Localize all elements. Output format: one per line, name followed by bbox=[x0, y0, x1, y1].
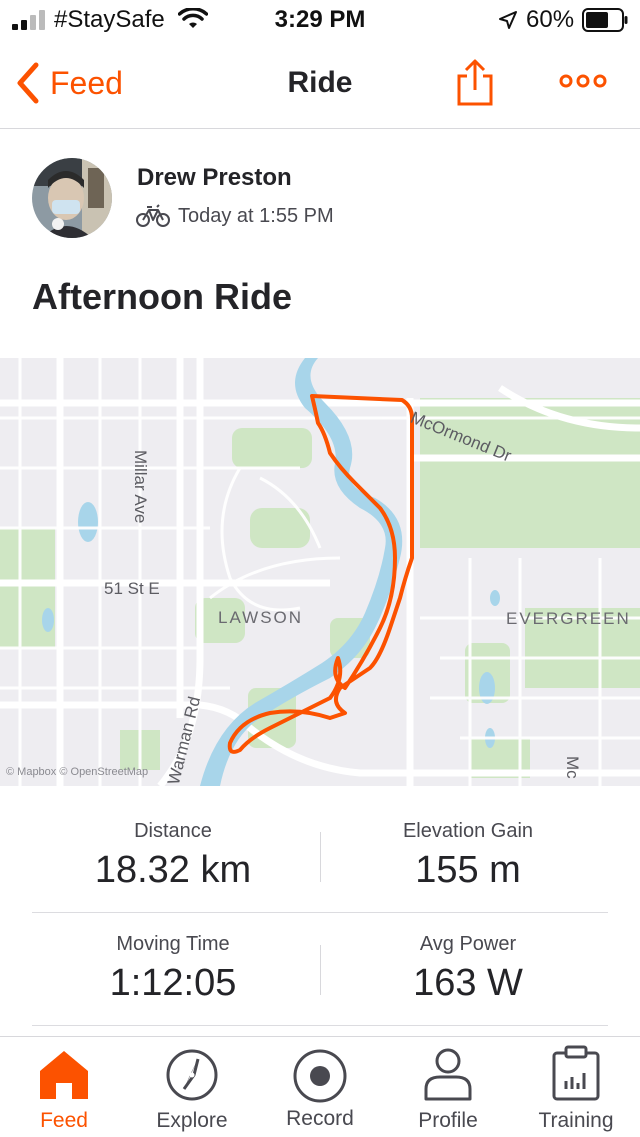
share-icon bbox=[457, 59, 493, 106]
activity-meta: Today at 1:55 PM bbox=[136, 204, 334, 228]
battery-icon bbox=[582, 8, 628, 32]
home-icon bbox=[40, 1051, 88, 1099]
tab-label: Explore bbox=[156, 1109, 228, 1132]
stat-value: 163 W bbox=[413, 962, 523, 1004]
map-label-lawson: LAWSON bbox=[218, 608, 304, 627]
location-arrow-icon bbox=[499, 11, 517, 29]
tab-label: Profile bbox=[418, 1109, 478, 1132]
tab-label: Feed bbox=[40, 1109, 88, 1132]
chevron-left-icon bbox=[17, 62, 39, 104]
activity-timestamp: Today at 1:55 PM bbox=[178, 204, 334, 227]
map-label-mc: Mc bbox=[563, 756, 582, 779]
tab-feed[interactable]: Feed bbox=[0, 1037, 128, 1137]
activity-title: Afternoon Ride bbox=[32, 276, 292, 317]
stat-distance: Distance 18.32 km bbox=[28, 800, 318, 892]
tab-explore[interactable]: Explore bbox=[128, 1037, 256, 1137]
record-icon bbox=[293, 1049, 347, 1103]
stat-value: 18.32 km bbox=[94, 849, 252, 891]
stat-avg-power: Avg Power 163 W bbox=[324, 913, 612, 1005]
avatar-image bbox=[32, 158, 112, 238]
stat-label: Moving Time bbox=[116, 933, 230, 955]
profile-icon bbox=[424, 1048, 472, 1101]
stats-row: Distance 18.32 km Elevation Gain 155 m bbox=[32, 800, 608, 913]
training-icon bbox=[552, 1045, 600, 1101]
tab-training[interactable]: Training bbox=[512, 1037, 640, 1137]
back-button-label: Feed bbox=[50, 64, 123, 101]
tab-bar: Feed Explore Record Profile Training bbox=[0, 1036, 640, 1137]
tab-record[interactable]: Record bbox=[256, 1037, 384, 1137]
status-bar: #StaySafe 3:29 PM 60% bbox=[0, 0, 640, 40]
compass-icon bbox=[166, 1049, 218, 1101]
stat-label: Elevation Gain bbox=[402, 820, 534, 842]
stat-value: 1:12:05 bbox=[109, 962, 237, 1004]
avatar[interactable] bbox=[32, 158, 112, 238]
navigation-bar: Feed Ride bbox=[0, 40, 640, 129]
back-button[interactable]: Feed bbox=[14, 58, 123, 108]
stat-label: Distance bbox=[134, 820, 212, 842]
more-options-button[interactable] bbox=[558, 66, 608, 96]
stat-label: Avg Power bbox=[419, 933, 517, 955]
stat-moving-time: Moving Time 1:12:05 bbox=[28, 913, 318, 1005]
route-map[interactable]: Millar Ave 51 St E LAWSON McOrmond Dr EV… bbox=[0, 358, 640, 786]
map-base bbox=[0, 358, 640, 786]
athlete-name[interactable]: Drew Preston bbox=[137, 164, 292, 192]
stat-elevation-gain: Elevation Gain 155 m bbox=[324, 800, 612, 892]
more-dots-icon bbox=[559, 74, 607, 88]
tab-label: Record bbox=[286, 1107, 354, 1130]
map-label-51-st-e: 51 St E bbox=[104, 579, 160, 598]
tab-label: Training bbox=[538, 1109, 614, 1132]
map-label-evergreen: EVERGREEN bbox=[506, 609, 631, 628]
stat-value: 155 m bbox=[415, 849, 521, 891]
battery-percentage: 60% bbox=[526, 6, 575, 33]
bicycle-icon bbox=[136, 204, 170, 227]
map-attribution[interactable]: © Mapbox © OpenStreetMap bbox=[6, 766, 148, 778]
stat-divider bbox=[320, 945, 321, 995]
stat-divider bbox=[320, 832, 321, 882]
stats-row: Moving Time 1:12:05 Avg Power 163 W bbox=[32, 913, 608, 1026]
tab-profile[interactable]: Profile bbox=[384, 1037, 512, 1137]
share-button[interactable] bbox=[455, 58, 495, 108]
map-label-millar-ave: Millar Ave bbox=[131, 450, 150, 524]
